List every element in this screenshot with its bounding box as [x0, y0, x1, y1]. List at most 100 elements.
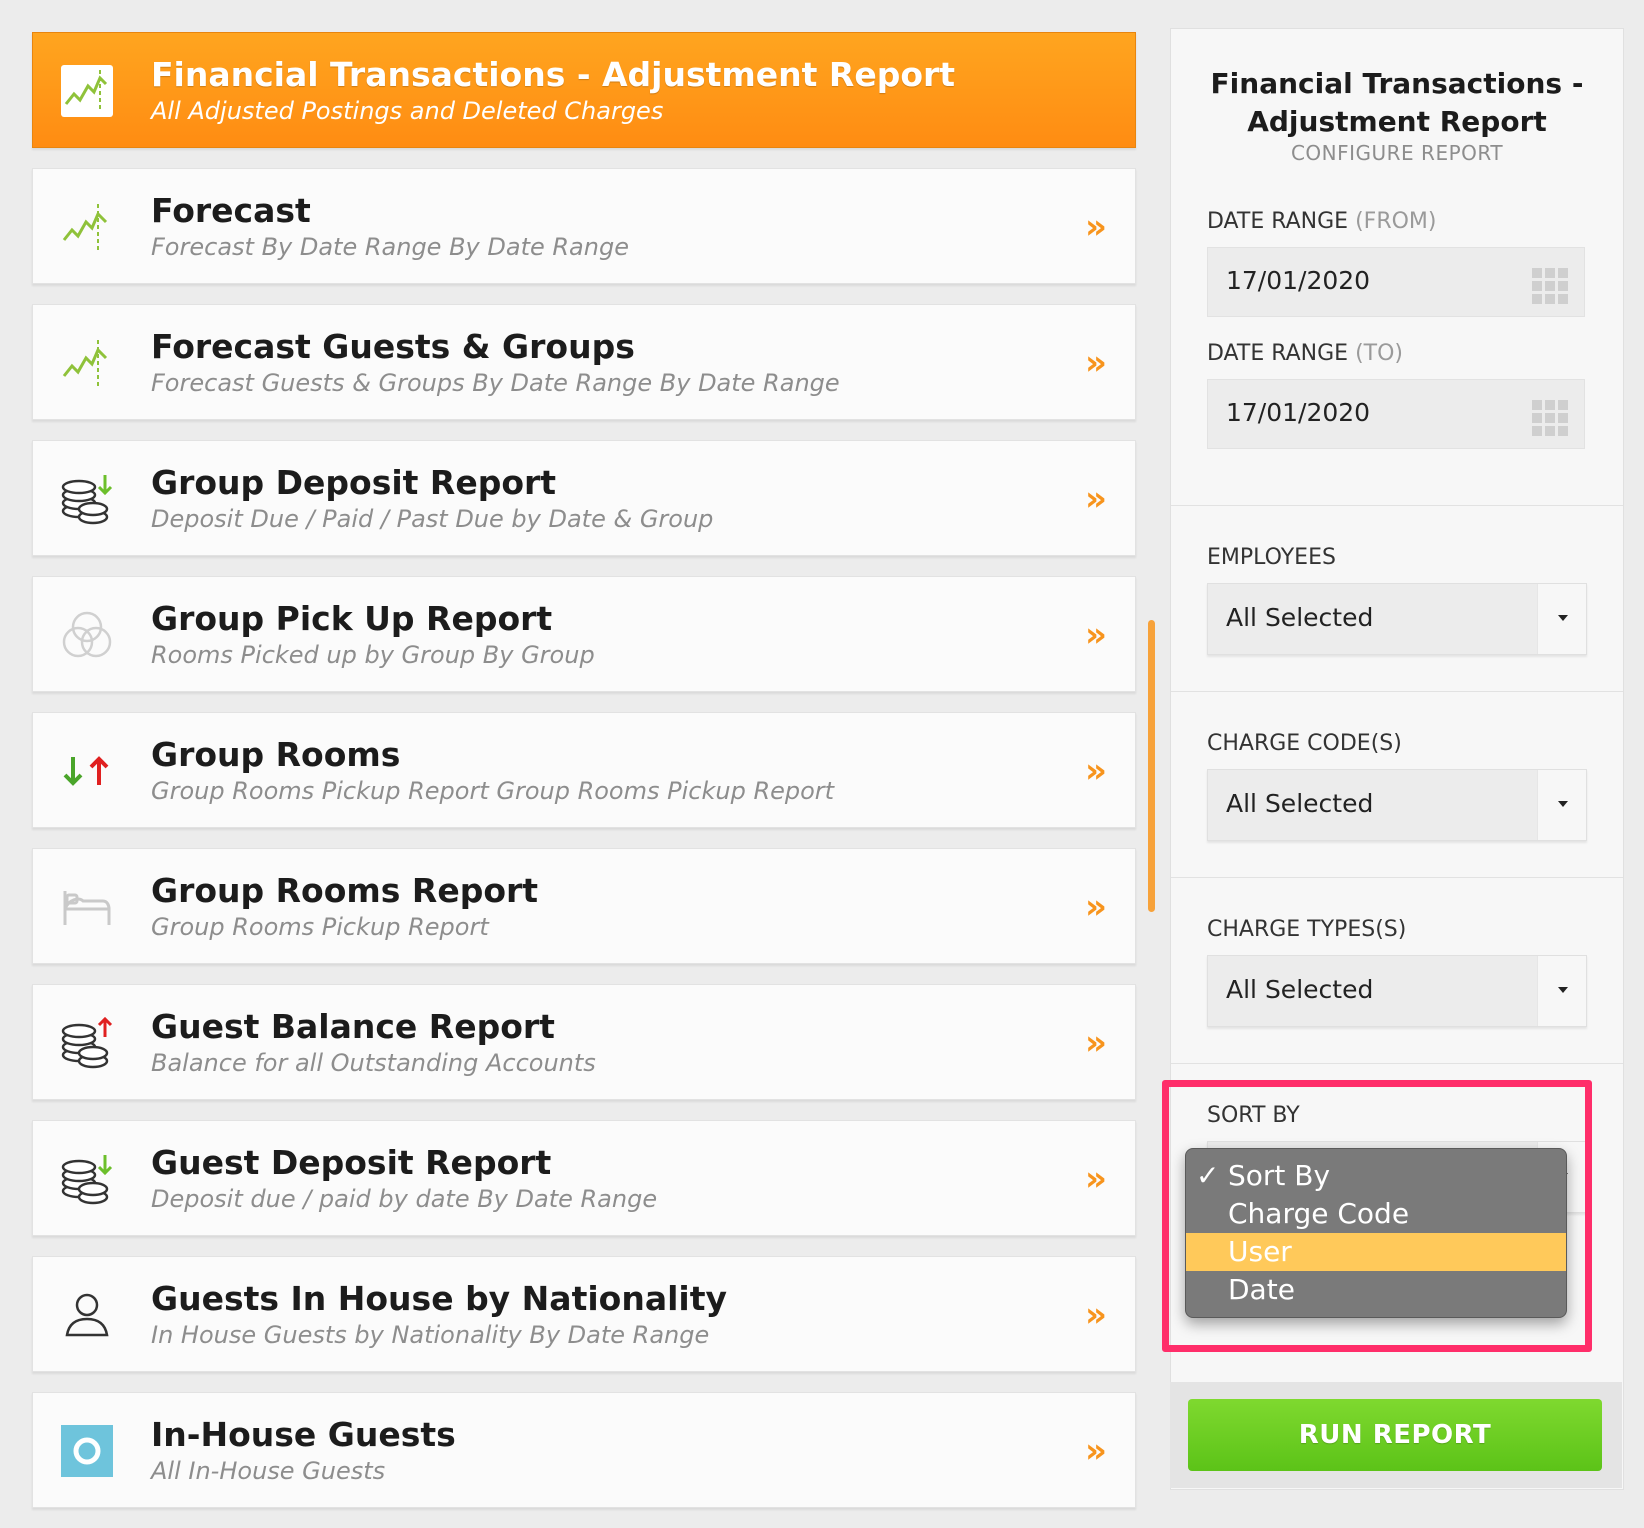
report-title: Guests In House by Nationality — [151, 1279, 728, 1318]
report-subtitle: Group Rooms Pickup Report Group Rooms Pi… — [151, 777, 835, 805]
charge-codes-label: CHARGE CODE(S) — [1207, 731, 1402, 756]
report-subtitle: All In-House Guests — [151, 1457, 386, 1485]
chart-trend-icon — [59, 63, 115, 119]
report-subtitle: Balance for all Outstanding Accounts — [151, 1049, 596, 1077]
sort-option-label: Charge Code — [1228, 1197, 1410, 1230]
date-to-hint: (TO) — [1355, 341, 1403, 366]
sort-option-sort-by[interactable]: ✓ Sort By — [1186, 1157, 1566, 1195]
person-icon — [59, 1287, 115, 1343]
coins-down-icon — [59, 1151, 115, 1207]
chevron-right-icon: » — [1085, 1431, 1107, 1471]
chevron-right-icon: » — [1085, 887, 1107, 927]
sort-option-date[interactable]: Date — [1186, 1271, 1566, 1309]
chevron-right-icon: » — [1085, 1295, 1107, 1335]
report-title: Group Pick Up Report — [151, 599, 553, 638]
chevron-right-icon: » — [1085, 1159, 1107, 1199]
chart-trend-icon — [59, 199, 115, 255]
charge-types-label: CHARGE TYPES(S) — [1207, 917, 1407, 942]
coins-down-icon — [59, 471, 115, 527]
coins-up-icon — [59, 1015, 115, 1071]
date-from-label-text: DATE RANGE — [1207, 209, 1349, 234]
report-title: Forecast Guests & Groups — [151, 327, 635, 366]
date-from-label: DATE RANGE (FROM) — [1207, 209, 1436, 234]
chevron-right-icon: » — [1085, 207, 1107, 247]
calendar-icon[interactable] — [1532, 268, 1568, 304]
chevron-right-icon: » — [1085, 343, 1107, 383]
report-list: Financial Transactions - Adjustment Repo… — [32, 32, 1136, 1528]
report-subtitle: In House Guests by Nationality By Date R… — [151, 1321, 710, 1349]
sort-option-label: Sort By — [1228, 1159, 1331, 1192]
checkmark-icon: ✓ — [1196, 1159, 1220, 1192]
divider — [1171, 877, 1623, 878]
calendar-icon[interactable] — [1532, 400, 1568, 436]
sort-option-charge-code[interactable]: Charge Code — [1186, 1195, 1566, 1233]
caret-down-icon — [1558, 615, 1568, 621]
employees-caret-box — [1537, 584, 1586, 654]
report-subtitle: Deposit due / paid by date By Date Range — [151, 1185, 658, 1213]
chevron-right-icon: » — [1085, 615, 1107, 655]
caret-down-icon — [1558, 987, 1568, 993]
circles-icon — [59, 607, 115, 663]
report-card-guest-deposit[interactable]: Guest Deposit Report Deposit due / paid … — [32, 1120, 1136, 1236]
report-subtitle: Rooms Picked up by Group By Group — [151, 641, 595, 669]
report-title: Financial Transactions - Adjustment Repo… — [151, 55, 956, 94]
in-house-icon — [59, 1423, 115, 1479]
report-title: Forecast — [151, 191, 311, 230]
report-card-financial-transactions[interactable]: Financial Transactions - Adjustment Repo… — [32, 32, 1136, 148]
date-from-field[interactable]: 17/01/2020 — [1207, 247, 1585, 317]
report-title: Guest Deposit Report — [151, 1143, 552, 1182]
report-title: Group Rooms Report — [151, 871, 539, 910]
report-card-group-pick-up[interactable]: Group Pick Up Report Rooms Picked up by … — [32, 576, 1136, 692]
run-report-button[interactable]: RUN REPORT — [1188, 1399, 1602, 1471]
divider — [1171, 1063, 1623, 1064]
arrows-up-down-icon — [59, 743, 115, 799]
chevron-right-icon: » — [1085, 479, 1107, 519]
divider — [1171, 505, 1623, 506]
charge-types-value: All Selected — [1226, 975, 1374, 1004]
chart-trend-icon — [59, 335, 115, 391]
date-from-hint: (FROM) — [1355, 209, 1437, 234]
charge-types-caret-box — [1537, 956, 1586, 1026]
date-to-field[interactable]: 17/01/2020 — [1207, 379, 1585, 449]
report-subtitle: Deposit Due / Paid / Past Due by Date & … — [151, 505, 714, 533]
chevron-right-icon: » — [1085, 1023, 1107, 1063]
charge-types-select[interactable]: All Selected — [1207, 955, 1587, 1027]
report-title: Group Deposit Report — [151, 463, 557, 502]
panel-title-line-1: Financial Transactions - — [1210, 67, 1584, 100]
panel-title-line-2: Adjustment Report — [1247, 105, 1547, 138]
sort-option-label: Date — [1228, 1273, 1295, 1306]
divider — [1171, 691, 1623, 692]
panel-title: Financial Transactions - Adjustment Repo… — [1171, 65, 1623, 141]
employees-label: EMPLOYEES — [1207, 545, 1336, 570]
report-subtitle: Forecast By Date Range By Date Range — [151, 233, 629, 261]
report-card-guests-by-nationality[interactable]: Guests In House by Nationality In House … — [32, 1256, 1136, 1372]
date-to-label-text: DATE RANGE — [1207, 341, 1349, 366]
employees-select[interactable]: All Selected — [1207, 583, 1587, 655]
date-from-value: 17/01/2020 — [1226, 266, 1371, 295]
charge-codes-value: All Selected — [1226, 789, 1374, 818]
sort-option-user[interactable]: User — [1186, 1233, 1566, 1271]
report-card-forecast[interactable]: Forecast Forecast By Date Range By Date … — [32, 168, 1136, 284]
report-card-group-deposit[interactable]: Group Deposit Report Deposit Due / Paid … — [32, 440, 1136, 556]
report-subtitle: Group Rooms Pickup Report — [151, 913, 489, 941]
date-to-label: DATE RANGE (TO) — [1207, 341, 1403, 366]
report-card-group-rooms-report[interactable]: Group Rooms Report Group Rooms Pickup Re… — [32, 848, 1136, 964]
panel-subtitle: CONFIGURE REPORT — [1290, 141, 1504, 165]
report-subtitle: Forecast Guests & Groups By Date Range B… — [151, 369, 840, 397]
sort-by-dropdown[interactable]: ✓ Sort By Charge Code User Date — [1185, 1148, 1567, 1318]
run-report-area: RUN REPORT — [1170, 1382, 1622, 1488]
caret-down-icon — [1558, 801, 1568, 807]
report-card-group-rooms[interactable]: Group Rooms Group Rooms Pickup Report Gr… — [32, 712, 1136, 828]
date-to-value: 17/01/2020 — [1226, 398, 1371, 427]
report-title: Group Rooms — [151, 735, 401, 774]
report-card-in-house-guests[interactable]: In-House Guests All In-House Guests » — [32, 1392, 1136, 1508]
report-card-forecast-guests-groups[interactable]: Forecast Guests & Groups Forecast Guests… — [32, 304, 1136, 420]
report-title: In-House Guests — [151, 1415, 456, 1454]
list-scrollbar[interactable] — [1148, 620, 1155, 912]
chevron-right-icon: » — [1085, 751, 1107, 791]
employees-value: All Selected — [1226, 603, 1374, 632]
charge-codes-select[interactable]: All Selected — [1207, 769, 1587, 841]
sort-option-label: User — [1228, 1235, 1292, 1268]
bed-icon — [59, 879, 115, 935]
report-card-guest-balance[interactable]: Guest Balance Report Balance for all Out… — [32, 984, 1136, 1100]
